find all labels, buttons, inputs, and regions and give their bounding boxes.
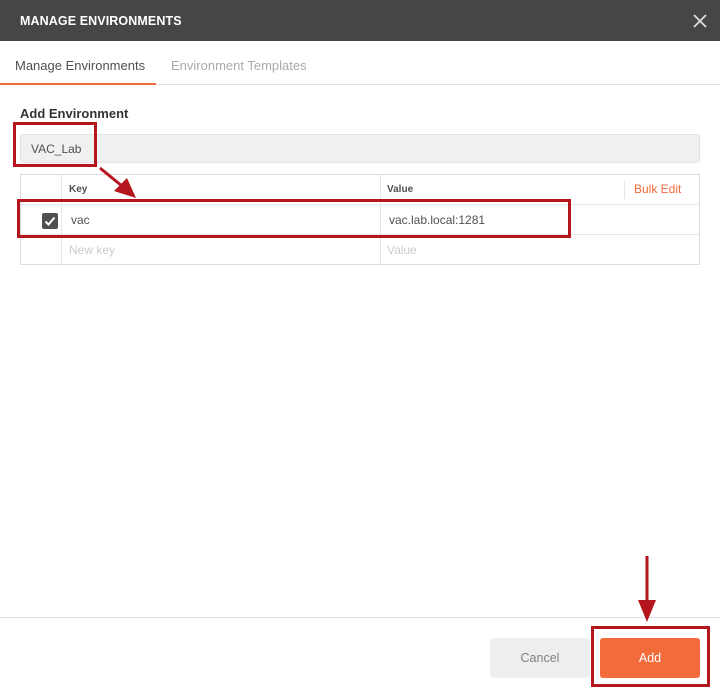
cancel-button[interactable]: Cancel	[490, 638, 590, 678]
table-header-row: Key Value Bulk Edit	[21, 175, 699, 205]
dialog-titlebar: MANAGE ENVIRONMENTS	[0, 0, 720, 41]
tab-manage-environments[interactable]: Manage Environments	[15, 41, 145, 85]
close-icon[interactable]	[691, 12, 709, 30]
variables-table: Key Value Bulk Edit vac vac.lab.local:12…	[20, 174, 700, 265]
table-row	[21, 235, 699, 265]
tab-bar: Manage Environments Environment Template…	[0, 41, 720, 85]
value-column-header: Value	[387, 184, 414, 195]
annotation-arrows	[99, 166, 656, 622]
header-divider	[624, 181, 625, 199]
new-key-input[interactable]	[69, 240, 369, 260]
new-value-input[interactable]	[387, 240, 687, 260]
dialog-title: MANAGE ENVIRONMENTS	[20, 14, 182, 28]
row-value[interactable]: vac.lab.local:1281	[389, 213, 485, 227]
table-row: vac vac.lab.local:1281	[21, 205, 699, 235]
active-tab-indicator	[0, 83, 156, 85]
tab-environment-templates[interactable]: Environment Templates	[171, 41, 307, 85]
add-button[interactable]: Add	[600, 638, 700, 678]
bulk-edit-link[interactable]: Bulk Edit	[634, 182, 681, 196]
checkmark-icon	[44, 216, 56, 226]
row-key[interactable]: vac	[71, 213, 90, 227]
environment-name-input[interactable]	[20, 134, 700, 163]
row-enabled-checkbox[interactable]	[42, 213, 58, 229]
add-environment-label: Add Environment	[20, 106, 129, 121]
key-column-header: Key	[69, 184, 88, 195]
